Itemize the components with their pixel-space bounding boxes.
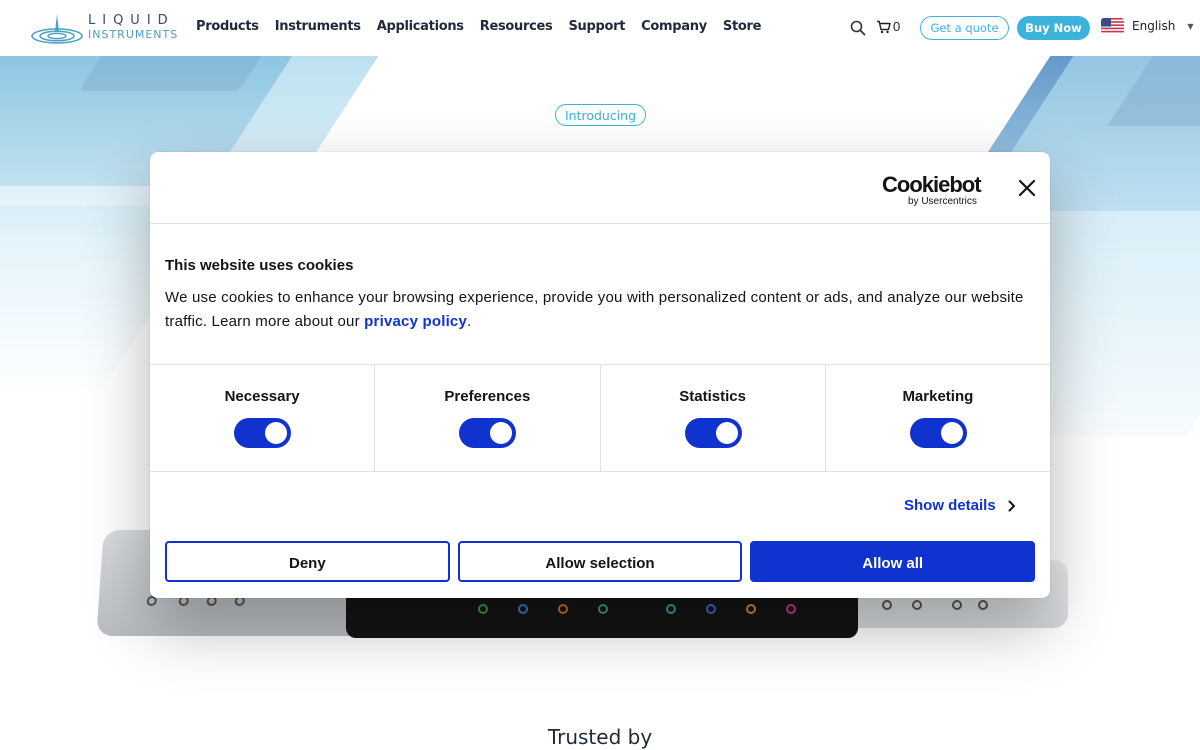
dialog-text: We use cookies to enhance your browsing … <box>165 289 1024 330</box>
consent-toggles: Necessary Preferences Statistics Marketi… <box>150 364 1050 472</box>
cookiebot-logo: Cookiebot by Usercentrics <box>882 172 982 207</box>
preferences-switch[interactable] <box>459 418 517 448</box>
toggle-marketing: Marketing <box>826 365 1050 471</box>
privacy-policy-link[interactable]: privacy policy <box>364 313 467 330</box>
toggle-necessary: Necessary <box>150 365 376 471</box>
show-details-label: Show details <box>904 497 996 514</box>
allow-all-button[interactable]: Allow all <box>750 541 1036 582</box>
dialog-buttons: Deny Allow selection Allow all <box>165 541 1036 582</box>
cookie-consent-dialog: Cookiebot by Usercentrics This website u… <box>150 152 1050 598</box>
close-icon[interactable] <box>1018 179 1036 197</box>
allow-selection-button[interactable]: Allow selection <box>457 541 743 582</box>
dialog-text-end: . <box>467 313 472 330</box>
toggle-label: Marketing <box>902 388 974 405</box>
dialog-header: Cookiebot by Usercentrics <box>150 152 1050 224</box>
statistics-switch[interactable] <box>684 418 742 448</box>
dialog-title: This website uses cookies <box>165 257 354 274</box>
chevron-right-icon <box>1008 500 1015 511</box>
toggle-statistics: Statistics <box>601 365 826 471</box>
show-details-link[interactable]: Show details <box>904 497 1016 514</box>
toggle-label: Statistics <box>679 388 746 405</box>
toggle-label: Preferences <box>444 388 531 405</box>
cookiebot-brand-sub: by Usercentrics <box>908 196 977 207</box>
toggle-preferences: Preferences <box>375 365 601 471</box>
cookiebot-brand: Cookiebot <box>882 172 982 197</box>
toggle-label: Necessary <box>224 388 300 405</box>
marketing-switch[interactable] <box>909 418 967 448</box>
deny-button[interactable]: Deny <box>165 541 450 582</box>
dialog-description: We use cookies to enhance your browsing … <box>165 286 1035 334</box>
necessary-switch[interactable] <box>234 418 292 448</box>
